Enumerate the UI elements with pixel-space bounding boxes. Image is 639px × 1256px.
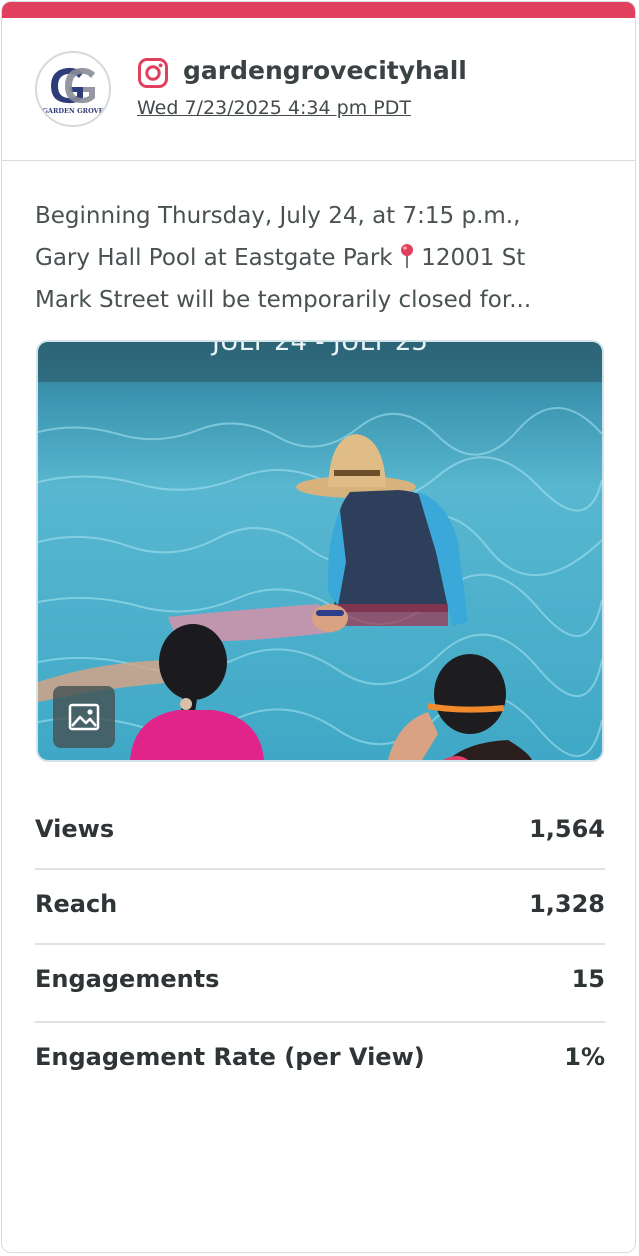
caption-line-3: Mark Street will be temporarily closed f…	[35, 287, 532, 313]
post-header: GARDEN GROVE gardengrovecityhall Wed 7/2…	[2, 18, 635, 161]
metric-label: Views	[35, 815, 115, 843]
avatar[interactable]: GARDEN GROVE	[35, 51, 111, 127]
avatar-text: GARDEN GROVE	[42, 107, 103, 115]
pool-photo: JULY 24 - JULY 25	[38, 342, 602, 760]
metric-value: 15	[571, 965, 605, 993]
metric-label: Engagements	[35, 965, 220, 993]
metric-row-reach: Reach 1,328	[35, 870, 605, 945]
post-media[interactable]: JULY 24 - JULY 25	[36, 340, 604, 762]
metric-label: Reach	[35, 890, 118, 918]
metric-row-views: Views 1,564	[35, 795, 605, 870]
metric-value: 1,328	[529, 890, 605, 918]
post-metrics: Views 1,564 Reach 1,328 Engagements 15 E…	[35, 795, 605, 1096]
metric-row-engagements: Engagements 15	[35, 945, 605, 1023]
post-card: GARDEN GROVE gardengrovecityhall Wed 7/2…	[1, 1, 636, 1253]
metric-value: 1,564	[529, 815, 605, 843]
caption-line-2-text: Gary Hall Pool at Eastgate Park	[35, 245, 393, 271]
instagram-icon	[138, 58, 168, 88]
accent-bar	[2, 2, 635, 18]
post-timestamp-link[interactable]: Wed 7/23/2025 4:34 pm PDT	[137, 97, 411, 119]
caption-line-2: Gary Hall Pool at Eastgate Park 12001 St	[35, 237, 605, 279]
account-handle[interactable]: gardengrovecityhall	[183, 56, 467, 85]
garden-grove-logo: GARDEN GROVE	[37, 53, 109, 125]
photo-overlay-text: JULY 24 - JULY 25	[210, 342, 428, 357]
round-pushpin-icon	[400, 244, 413, 268]
caption-line-1: Beginning Thursday, July 24, at 7:15 p.m…	[35, 203, 521, 229]
image-icon	[68, 703, 100, 731]
metric-row-engagement-rate: Engagement Rate (per View) 1%	[35, 1023, 605, 1096]
post-caption: Beginning Thursday, July 24, at 7:15 p.m…	[35, 195, 605, 321]
media-type-badge	[53, 686, 115, 748]
metric-label: Engagement Rate (per View)	[35, 1043, 425, 1071]
metric-value: 1%	[564, 1043, 605, 1071]
caption-line-2-address: 12001 St	[421, 245, 526, 271]
